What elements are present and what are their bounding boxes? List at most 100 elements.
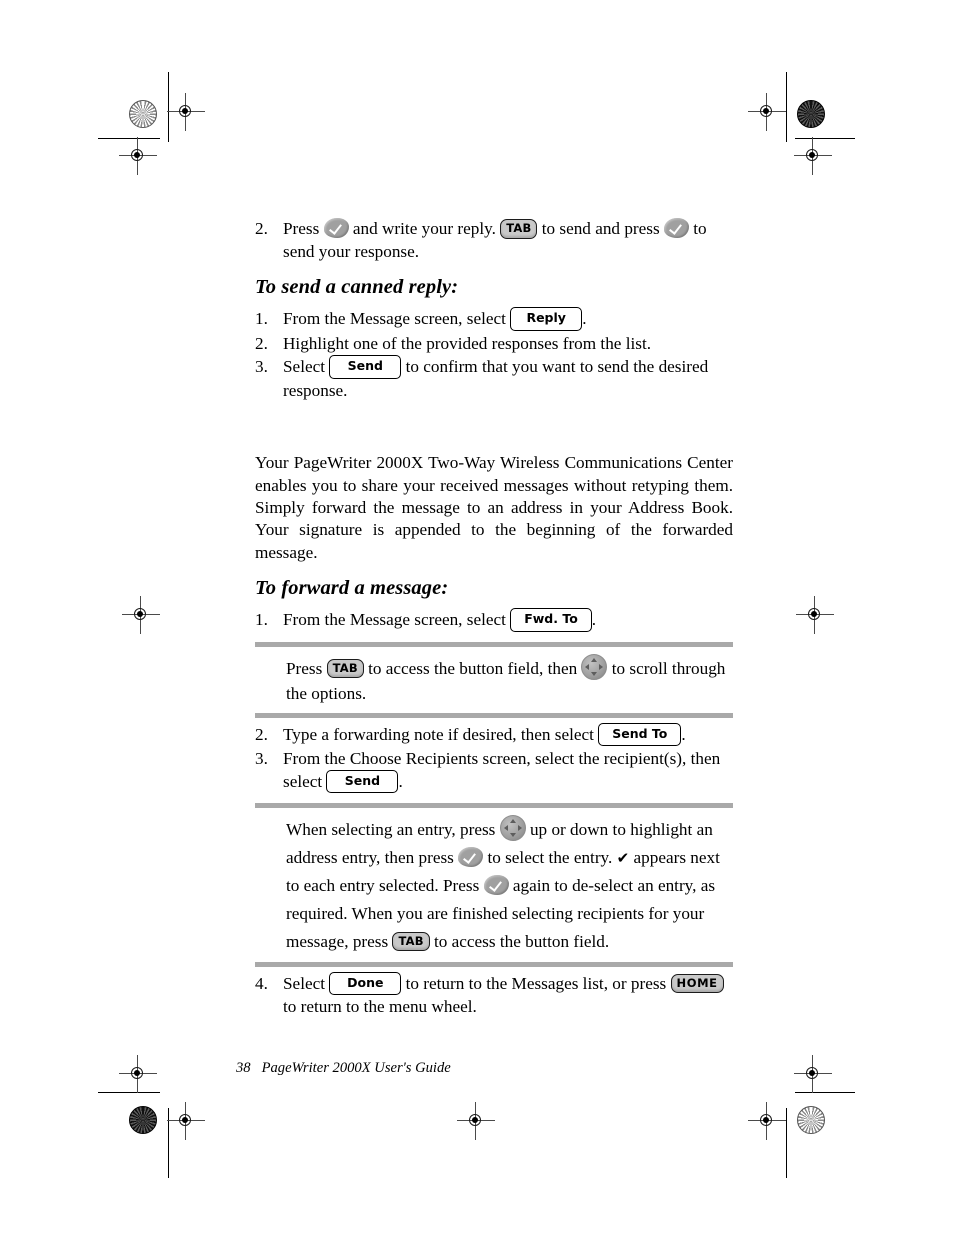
steps-list-forward-3: 4. Select Done to return to the Messages… — [255, 971, 733, 1019]
registration-mark-bottom-right-upper — [794, 1055, 832, 1093]
crop-line-bottom-right-horizontal — [795, 1092, 855, 1094]
step-text-fragment: to return to the menu wheel. — [283, 997, 477, 1017]
done-button[interactable]: Done — [329, 971, 402, 996]
step-number: 4. — [255, 973, 268, 993]
step-text-fragment: Type a forwarding note if desired, then … — [283, 724, 599, 744]
crop-line-top-left-horizontal — [98, 138, 160, 140]
crop-line-bottom-right-vertical — [786, 1108, 788, 1178]
list-item: 3. From the Choose Recipients screen, se… — [255, 748, 733, 794]
registration-target-bottom-right — [797, 1106, 825, 1134]
page-content: [object Object] 2. Press and write your … — [255, 218, 733, 1020]
steps-list-forward-2: 2. Type a forwarding note if desired, th… — [255, 722, 733, 795]
step-number: 1. — [255, 309, 268, 329]
crop-line-top-right-vertical — [786, 72, 788, 142]
steps-list-forward-1: 1. From the Message screen, select Fwd. … — [255, 608, 733, 633]
step-number: 2. — [255, 333, 268, 353]
send-button[interactable]: Send — [326, 769, 399, 794]
crop-line-bottom-left-horizontal — [98, 1092, 160, 1094]
list-item: 1. From the Message screen, select Fwd. … — [255, 608, 733, 633]
scroll-wheel-icon — [499, 815, 526, 842]
step-text: Highlight one of the provided responses … — [283, 333, 652, 353]
tab-key-icon: TAB — [392, 931, 430, 952]
step-number: 1. — [255, 610, 268, 630]
note-text-fragment: to select the entry. — [483, 848, 617, 868]
step-text-fragment: . — [681, 724, 686, 744]
note-text-fragment: Press — [286, 658, 327, 678]
step-text-fragment: From the Message screen, select — [283, 309, 511, 329]
step-number: 3. — [255, 749, 268, 769]
note-divider-bottom — [255, 961, 733, 967]
step-text: From the Message screen, select Fwd. To. — [283, 608, 597, 632]
note-callout-button-field: Press TAB to access the button field, th… — [255, 641, 733, 718]
registration-mark-top-right-lower — [794, 137, 832, 175]
home-key-icon: HOME — [670, 973, 724, 994]
registration-mark-top-left-inner — [167, 93, 205, 131]
step-text-fragment: to return to the Messages list, or press — [401, 973, 671, 993]
step-text-fragment: Press — [283, 219, 324, 238]
section-heading-forward-message: To forward a message: — [255, 577, 449, 600]
list-item: 2. Type a forwarding note if desired, th… — [255, 722, 733, 748]
step-text-fragment: . — [591, 610, 597, 630]
section-heading-canned-reply: To send a canned reply: — [255, 276, 459, 299]
checkmark-glyph: ✔ — [616, 849, 630, 868]
step-text-fragment: . — [398, 771, 403, 791]
list-item: 4. Select Done to return to the Messages… — [255, 971, 733, 1019]
registration-mark-right-middle — [796, 596, 834, 634]
crop-line-bottom-left-vertical — [168, 1108, 170, 1178]
check-button-icon — [458, 847, 484, 868]
note-text-fragment: When selecting an entry, press — [286, 820, 500, 840]
step-text-fragment: and write your reply. — [348, 219, 501, 238]
registration-mark-left-middle — [122, 596, 160, 634]
note-text: Press TAB to access the button field, th… — [255, 647, 733, 713]
step-text-fragment: Select — [283, 973, 330, 993]
note-divider-bottom — [255, 712, 733, 718]
registration-mark-bottom-left-inner — [167, 1102, 205, 1140]
send-to-button[interactable]: Send To — [598, 722, 682, 747]
registration-target-top-right — [797, 100, 825, 128]
step-text: Select Send to confirm that you want to … — [283, 355, 708, 400]
step-number: 3. — [255, 357, 268, 377]
step-text-fragment: From the Message screen, select — [283, 610, 511, 630]
send-button[interactable]: Send — [329, 355, 402, 379]
list-item: 2. Highlight one of the provided respons… — [255, 333, 733, 356]
registration-mark-bottom-left-upper — [119, 1055, 157, 1093]
step-text-fragment: to send and press — [537, 219, 664, 238]
note-text-fragment: to access the button field, then — [363, 658, 582, 678]
page-footer: 38 PageWriter 2000X User's Guide — [236, 1060, 451, 1077]
step-text: Type a forwarding note if desired, then … — [283, 722, 686, 747]
step-text-fragment: . — [582, 309, 587, 329]
registration-mark-bottom-center — [457, 1102, 495, 1140]
step-text: Select Done to return to the Messages li… — [283, 971, 724, 1017]
crop-line-top-left-vertical — [168, 72, 170, 142]
tab-key-icon: TAB — [500, 219, 538, 239]
list-item: [object Object] 2. Press and write your … — [255, 218, 733, 263]
check-button-icon — [323, 218, 349, 238]
step-number-2: 2. — [255, 219, 268, 238]
registration-target-top-left — [129, 100, 157, 128]
registration-mark-top-right-inner — [748, 93, 786, 131]
steps-list-canned-reply-lead: [object Object] 2. Press and write your … — [255, 218, 733, 263]
step-text: From the Message screen, select Reply. — [283, 307, 587, 331]
note-text-fragment: to access the button field. — [429, 931, 610, 951]
note-text: When selecting an entry, press up or dow… — [255, 808, 733, 961]
note-callout-selecting-entries: When selecting an entry, press up or dow… — [255, 803, 733, 967]
step-text-fragment: Select — [283, 357, 330, 377]
footer-title: PageWriter 2000X User's Guide — [261, 1060, 451, 1076]
list-item: 3. Select Send to confirm that you want … — [255, 355, 733, 402]
intro-paragraph: Your PageWriter 2000X Two-Way Wireless C… — [255, 453, 733, 562]
fwd-to-button[interactable]: Fwd. To — [510, 608, 592, 632]
page-number: 38 — [236, 1060, 251, 1076]
registration-mark-bottom-right-inner — [748, 1102, 786, 1140]
registration-target-bottom-left — [129, 1106, 157, 1134]
step-number: 2. — [255, 724, 268, 744]
tab-key-icon: TAB — [326, 658, 364, 679]
step-text: From the Choose Recipients screen, selec… — [283, 749, 720, 794]
list-item: 1. From the Message screen, select Reply… — [255, 307, 733, 332]
crop-line-top-right-horizontal — [795, 138, 855, 140]
check-button-icon — [483, 874, 509, 895]
reply-button[interactable]: Reply — [510, 307, 583, 331]
registration-mark-top-left-lower — [119, 137, 157, 175]
check-button-icon — [663, 218, 689, 238]
steps-list-canned-reply: 1. From the Message screen, select Reply… — [255, 307, 733, 402]
